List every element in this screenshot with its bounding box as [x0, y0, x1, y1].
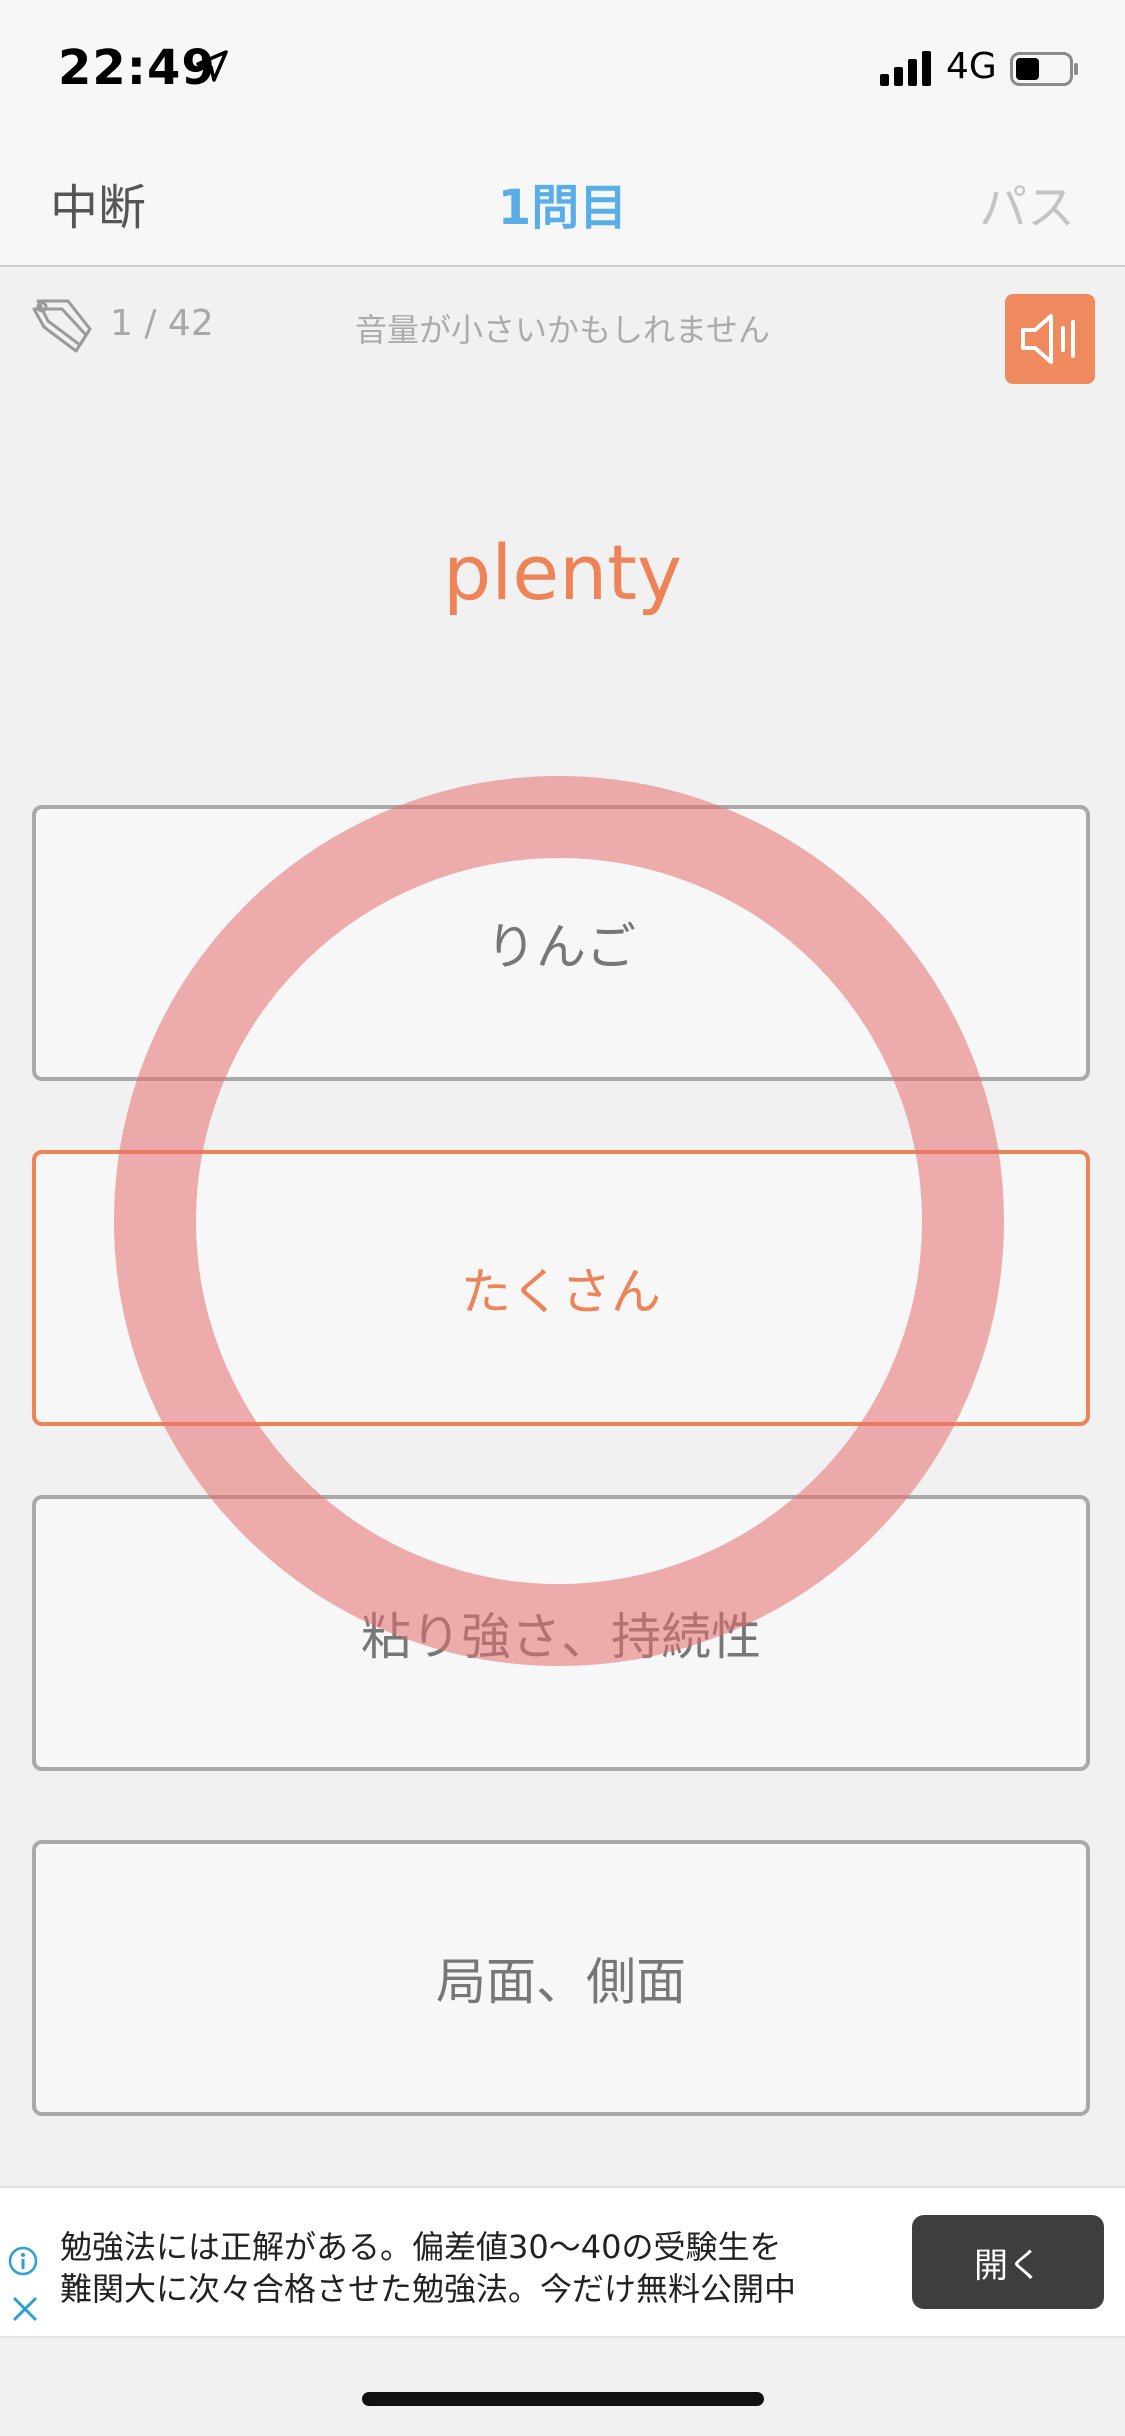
question-word: plenty	[442, 528, 683, 617]
ad-text-line-1: 勉強法には正解がある。偏差値30〜40の受験生を	[60, 2228, 782, 2266]
status-time: 22:49	[58, 40, 216, 96]
answer-option-3[interactable]: 粘り強さ、持続性	[32, 1495, 1090, 1771]
home-indicator[interactable]	[362, 2392, 764, 2406]
signal-icon	[880, 51, 931, 86]
speaker-icon	[1021, 314, 1075, 364]
ad-banner[interactable]: 勉強法には正解がある。偏差値30〜40の受験生を 難関大に次々合格させた勉強法。…	[0, 2186, 1125, 2338]
ad-text-line-2: 難関大に次々合格させた勉強法。今だけ無料公開中	[60, 2270, 797, 2308]
ad-open-button[interactable]: 開く	[912, 2215, 1104, 2309]
close-icon[interactable]	[10, 2294, 40, 2324]
answer-option-2[interactable]: たくさん	[32, 1150, 1090, 1426]
speaker-button[interactable]	[1005, 294, 1095, 384]
status-bar: 22:49 4G	[0, 0, 1125, 140]
location-arrow-icon	[196, 50, 228, 82]
battery-icon	[1010, 52, 1078, 86]
answer-option-1[interactable]: りんご	[32, 805, 1090, 1081]
page-title: 1問目	[497, 180, 628, 236]
answer-option-4[interactable]: 局面、側面	[32, 1840, 1090, 2116]
info-icon[interactable]	[8, 2246, 38, 2276]
network-type: 4G	[946, 46, 997, 87]
pass-button[interactable]: パス	[979, 168, 1075, 238]
volume-warning: 音量が小さいかもしれません	[354, 311, 771, 349]
nav-bar: 中断 1問目 パス	[0, 140, 1125, 267]
